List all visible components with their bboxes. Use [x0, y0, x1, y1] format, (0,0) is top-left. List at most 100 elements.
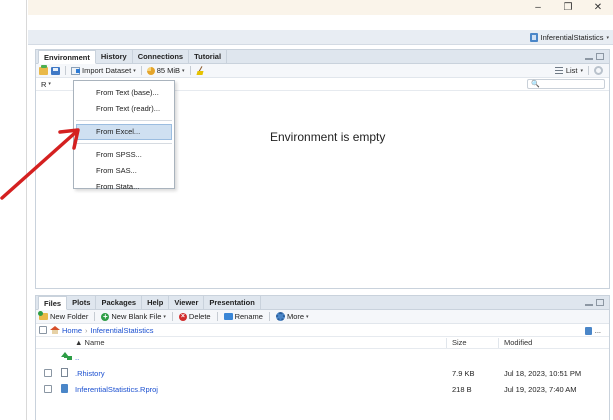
column-header-size[interactable]: Size — [452, 338, 467, 347]
file-name[interactable]: .. — [75, 353, 79, 362]
column-header-name[interactable]: ▲ Name — [75, 338, 105, 347]
tab-environment[interactable]: Environment — [38, 50, 96, 64]
tab-presentation[interactable]: Presentation — [204, 296, 261, 309]
delete-button[interactable]: × Delete — [178, 312, 211, 321]
more-label: More — [286, 312, 305, 321]
row-checkbox[interactable] — [44, 385, 52, 393]
table-row[interactable]: InferentialStatistics.Rproj 218 B Jul 19… — [36, 381, 609, 397]
import-dataset-label: Import Dataset — [82, 66, 132, 75]
rename-label: Rename — [234, 312, 263, 321]
select-all-checkbox[interactable] — [39, 326, 47, 334]
column-divider — [446, 338, 447, 348]
column-name-label: Name — [84, 338, 105, 347]
toolbar-separator — [189, 66, 191, 75]
breadcrumb-home[interactable]: Home — [62, 326, 82, 335]
chevron-down-icon: ▾ — [163, 313, 166, 320]
menu-item-from-text-base[interactable]: From Text (base)... — [74, 85, 174, 101]
rstudio-window: – ❐ ✕ InferentialStatistics ▾ Environmen… — [0, 0, 613, 420]
file-name[interactable]: InferentialStatistics.Rproj — [75, 385, 158, 394]
files-table-header: ▲ Name Size Modified — [36, 337, 609, 349]
toolbar-separator — [588, 66, 589, 75]
delete-label: Delete — [188, 312, 211, 321]
view-mode-controls: List ▾ — [554, 66, 603, 75]
pane-window-controls — [585, 299, 604, 306]
minimize-button[interactable]: – — [523, 0, 553, 15]
language-selector[interactable]: R ▾ — [41, 80, 51, 89]
project-selector[interactable]: InferentialStatistics ▾ — [529, 31, 609, 44]
menu-item-from-stata[interactable]: From Stata... — [74, 179, 174, 195]
toolbar-separator — [65, 66, 66, 75]
file-size: 218 B — [452, 385, 472, 394]
environment-search-input[interactable]: 🔍 — [527, 79, 605, 89]
list-view-button[interactable]: List — [566, 66, 578, 75]
rename-button[interactable]: Rename — [223, 312, 263, 321]
new-blank-file-label: New Blank File — [111, 312, 162, 321]
more-button[interactable]: More ▾ — [275, 312, 309, 321]
new-folder-button[interactable]: New Folder — [38, 311, 88, 321]
maximize-pane-button[interactable] — [596, 299, 604, 306]
files-toolbar: New Folder + New Blank File ▾ × Delete R… — [36, 310, 609, 324]
language-label: R — [41, 79, 47, 89]
project-bar: InferentialStatistics ▾ — [28, 30, 613, 45]
toolbar-separator — [268, 312, 270, 321]
files-tabbar: Files Plots Packages Help Viewer Present… — [36, 296, 609, 310]
tab-packages[interactable]: Packages — [96, 296, 143, 309]
file-name[interactable]: .Rhistory — [75, 369, 105, 378]
menu-item-from-text-readr[interactable]: From Text (readr)... — [74, 101, 174, 117]
row-checkbox[interactable] — [44, 369, 52, 377]
menu-item-from-excel[interactable]: From Excel... — [76, 124, 172, 140]
import-dataset-button[interactable]: Import Dataset ▾ — [71, 66, 136, 75]
search-icon: 🔍 — [531, 81, 540, 88]
minimize-pane-button[interactable] — [585, 303, 593, 306]
restore-button[interactable]: ❐ — [553, 0, 583, 15]
tab-history[interactable]: History — [96, 50, 133, 63]
project-name: InferentialStatistics — [540, 33, 604, 42]
chevron-down-icon: ▾ — [48, 81, 51, 87]
load-workspace-icon[interactable] — [39, 64, 48, 75]
rproj-icon — [529, 33, 538, 42]
rename-icon — [223, 313, 233, 320]
column-header-modified[interactable]: Modified — [504, 338, 532, 347]
tab-connections[interactable]: Connections — [133, 50, 190, 63]
menu-separator — [76, 120, 172, 121]
new-blank-file-button[interactable]: + New Blank File ▾ — [101, 312, 166, 321]
toolbar-separator — [140, 66, 142, 75]
pane-window-controls — [585, 53, 604, 60]
memory-usage-button[interactable]: 85 MiB ▾ — [146, 66, 185, 75]
table-row[interactable]: .Rhistory 7.9 KB Jul 18, 2023, 10:51 PM — [36, 365, 609, 381]
file-size: 7.9 KB — [452, 369, 475, 378]
tab-files[interactable]: Files — [38, 296, 68, 310]
menu-item-from-sas[interactable]: From SAS... — [74, 163, 174, 179]
menu-separator — [76, 143, 172, 144]
go-to-project-icon[interactable] — [584, 326, 592, 335]
toolbar-separator — [171, 312, 173, 321]
table-row[interactable]: .. — [36, 349, 609, 365]
tab-plots[interactable]: Plots — [67, 296, 97, 309]
minimize-pane-button[interactable] — [585, 57, 593, 60]
close-button[interactable]: ✕ — [583, 0, 613, 15]
new-folder-icon — [38, 311, 48, 320]
environment-tabbar: Environment History Connections Tutorial — [36, 50, 609, 64]
more-path-button[interactable]: ... — [595, 326, 601, 335]
breadcrumb-folder[interactable]: InferentialStatistics — [91, 326, 154, 335]
plus-icon: + — [101, 311, 110, 321]
memory-pie-icon — [146, 66, 155, 75]
menu-item-from-spss[interactable]: From SPSS... — [74, 147, 174, 163]
clear-workspace-broom-icon[interactable] — [196, 66, 205, 75]
up-arrow-icon — [61, 352, 71, 361]
home-icon[interactable] — [50, 326, 60, 334]
file-modified: Jul 18, 2023, 10:51 PM — [504, 369, 582, 378]
gear-icon — [275, 312, 285, 321]
chevron-down-icon: ▾ — [306, 313, 309, 320]
refresh-icon[interactable] — [594, 66, 603, 75]
tab-help[interactable]: Help — [142, 296, 170, 309]
tab-tutorial[interactable]: Tutorial — [189, 50, 228, 63]
sort-ascending-icon: ▲ — [75, 338, 83, 347]
column-divider — [498, 338, 499, 348]
chevron-down-icon: ▾ — [606, 34, 609, 41]
save-workspace-icon[interactable] — [51, 66, 60, 75]
breadcrumb-actions: ... — [584, 326, 601, 335]
tab-viewer[interactable]: Viewer — [169, 296, 205, 309]
maximize-pane-button[interactable] — [596, 53, 604, 60]
import-dataset-menu: From Text (base)... From Text (readr)...… — [73, 80, 175, 191]
